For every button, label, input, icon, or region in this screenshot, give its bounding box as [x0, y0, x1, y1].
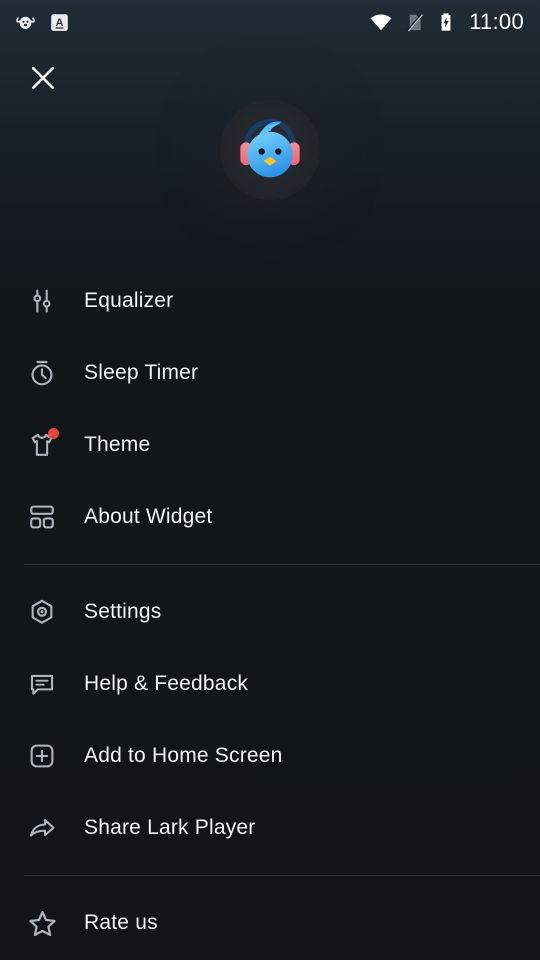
menu-list: Equalizer Sleep Timer Theme About Widget… [0, 265, 540, 959]
lark-bird-logo-icon [240, 119, 300, 178]
menu-item-theme[interactable]: Theme [0, 409, 540, 481]
menu-item-label: About Widget [84, 505, 213, 528]
menu-item-settings[interactable]: Settings [0, 576, 540, 648]
status-bar-right-icons: 11:00 [369, 9, 524, 35]
menu-item-help-feedback[interactable]: Help & Feedback [0, 648, 540, 720]
share-arrow-icon [24, 810, 60, 846]
battery-charging-icon [436, 12, 456, 32]
menu-item-equalizer[interactable]: Equalizer [0, 265, 540, 337]
menu-divider-1 [24, 564, 540, 565]
status-bar-clock: 11:00 [469, 9, 524, 34]
help-chat-icon [24, 666, 60, 702]
menu-item-label: Share Lark Player [84, 816, 256, 839]
menu-item-label: Settings [84, 600, 162, 623]
sleep-timer-icon [24, 355, 60, 391]
menu-item-about-widget[interactable]: About Widget [0, 481, 540, 553]
menu-item-label: Rate us [84, 911, 158, 934]
widget-layout-icon [24, 499, 60, 535]
wifi-icon [369, 10, 393, 34]
no-sim-icon [404, 12, 425, 33]
menu-item-rate-us[interactable]: Rate us [0, 887, 540, 959]
close-icon [31, 66, 55, 90]
menu-item-sleep-timer[interactable]: Sleep Timer [0, 337, 540, 409]
menu-item-label: Add to Home Screen [84, 744, 283, 767]
equalizer-icon [24, 283, 60, 319]
add-home-screen-icon [24, 738, 60, 774]
menu-item-share-lark-player[interactable]: Share Lark Player [0, 792, 540, 864]
menu-item-label: Equalizer [84, 289, 174, 312]
menu-item-label: Sleep Timer [84, 361, 199, 384]
menu-item-label: Theme [84, 433, 151, 456]
theme-shirt-icon [24, 427, 60, 463]
close-button[interactable] [24, 59, 62, 97]
avatar[interactable] [220, 100, 320, 200]
svg-text:A: A [56, 17, 64, 29]
settings-gear-icon [24, 594, 60, 630]
app-screen: A 11:00 Equalizer Sleep Timer Theme Abou… [0, 0, 540, 960]
letter-a-icon: A [49, 12, 70, 33]
status-bar: A 11:00 [0, 0, 540, 44]
app-notification-icon [14, 11, 37, 34]
star-rate-icon [24, 905, 60, 941]
menu-divider-2 [24, 875, 540, 876]
status-bar-left-icons: A [14, 11, 70, 34]
avatar-container [0, 100, 540, 200]
theme-new-badge [48, 428, 59, 439]
menu-item-label: Help & Feedback [84, 672, 249, 695]
menu-item-add-to-home-screen[interactable]: Add to Home Screen [0, 720, 540, 792]
